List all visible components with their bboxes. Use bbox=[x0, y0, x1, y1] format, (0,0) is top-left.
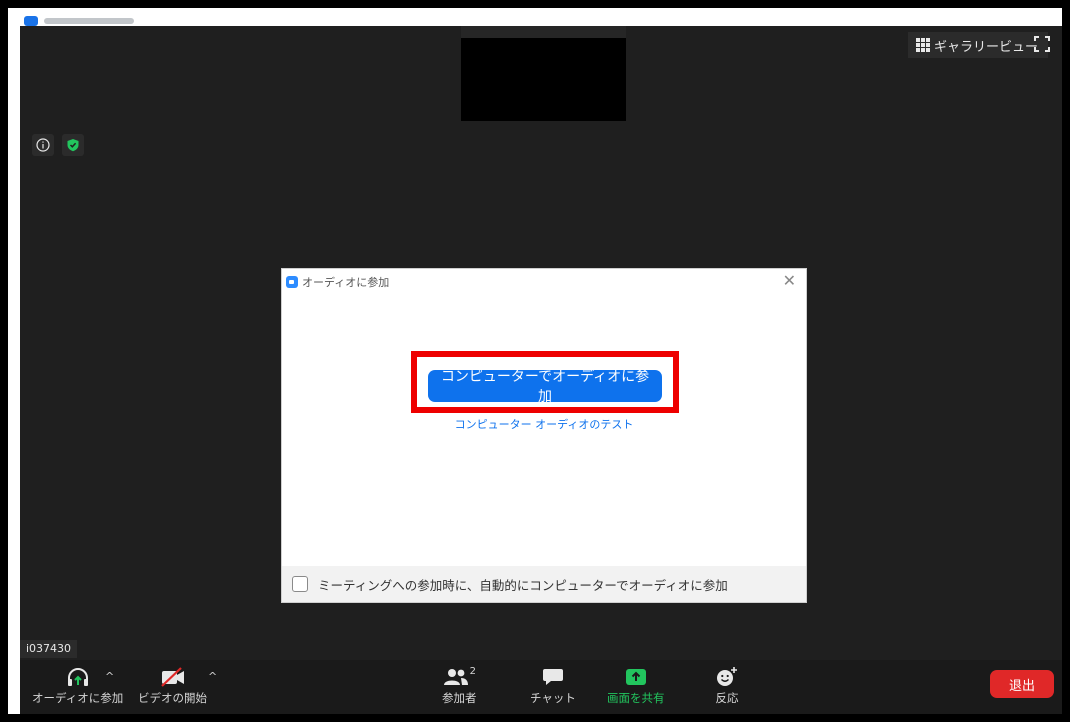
people-icon bbox=[443, 669, 468, 685]
join-audio-label: オーディオに参加 bbox=[32, 691, 124, 705]
reactions-label: 反応 bbox=[715, 691, 739, 705]
close-icon[interactable]: ✕ bbox=[783, 271, 796, 290]
window-titlebar bbox=[8, 8, 1062, 26]
gallery-view-button[interactable]: ギャラリービュー bbox=[908, 32, 1049, 58]
participant-video-thumbnail[interactable] bbox=[461, 26, 626, 121]
chat-button[interactable]: チャット bbox=[530, 664, 576, 706]
window-title-obscured bbox=[44, 18, 134, 24]
participants-count: 2 bbox=[469, 666, 476, 677]
join-with-computer-audio-button[interactable]: コンピューターでオーディオに参加 bbox=[428, 368, 662, 404]
share-screen-label: 画面を共有 bbox=[607, 691, 665, 705]
video-options-caret[interactable]: ^ bbox=[208, 670, 217, 683]
reactions-button[interactable]: 反応 bbox=[715, 664, 739, 706]
screen-frame-bottom bbox=[0, 714, 1070, 722]
info-icon[interactable] bbox=[32, 134, 54, 156]
auto-join-audio-label[interactable]: ミーティングへの参加時に、自動的にコンピューターでオーディオに参加 bbox=[318, 575, 728, 594]
fullscreen-icon[interactable] bbox=[1034, 36, 1050, 52]
share-screen-button[interactable]: 画面を共有 bbox=[607, 664, 665, 706]
screen-frame-right bbox=[1062, 0, 1070, 722]
dialog-title: オーディオに参加 bbox=[302, 276, 390, 289]
start-video-button[interactable]: ビデオの開始 bbox=[138, 664, 207, 706]
screen-frame-left bbox=[0, 0, 8, 722]
app-icon bbox=[24, 16, 38, 26]
screen-frame-top bbox=[0, 0, 1070, 8]
test-computer-audio-link[interactable]: コンピューター オーディオのテスト bbox=[282, 416, 806, 432]
dialog-titlebar: オーディオに参加 bbox=[286, 274, 389, 290]
participants-label: 参加者 bbox=[442, 691, 477, 705]
gallery-view-label: ギャラリービュー bbox=[934, 39, 1039, 55]
start-video-label: ビデオの開始 bbox=[138, 691, 207, 705]
meeting-id-label: i037430 bbox=[20, 640, 78, 658]
video-off-icon bbox=[159, 664, 187, 690]
audio-options-caret[interactable]: ^ bbox=[105, 670, 114, 683]
auto-join-audio-checkbox[interactable] bbox=[292, 576, 308, 592]
zoom-logo-icon bbox=[286, 276, 298, 288]
grid-icon bbox=[916, 38, 930, 52]
meeting-toolbar: オーディオに参加 ^ ビデオの開始 ^ 2 参加者 チャット 画面を共有 反応 … bbox=[20, 660, 1062, 714]
headphones-icon bbox=[66, 664, 90, 690]
dialog-footer: ミーティングへの参加時に、自動的にコンピューターでオーディオに参加 bbox=[282, 566, 806, 602]
share-screen-icon bbox=[624, 664, 648, 690]
chat-bubble-icon bbox=[542, 664, 564, 690]
emoji-plus-icon bbox=[715, 664, 739, 690]
participants-button[interactable]: 2 参加者 bbox=[442, 664, 477, 706]
chat-label: チャット bbox=[530, 691, 576, 705]
participants-icon-wrap: 2 bbox=[443, 664, 476, 690]
leave-meeting-button[interactable]: 退出 bbox=[990, 670, 1054, 698]
shield-icon[interactable] bbox=[62, 134, 84, 156]
join-audio-dialog: オーディオに参加 ✕ コンピューターでオーディオに参加 コンピューター オーディ… bbox=[281, 268, 807, 603]
